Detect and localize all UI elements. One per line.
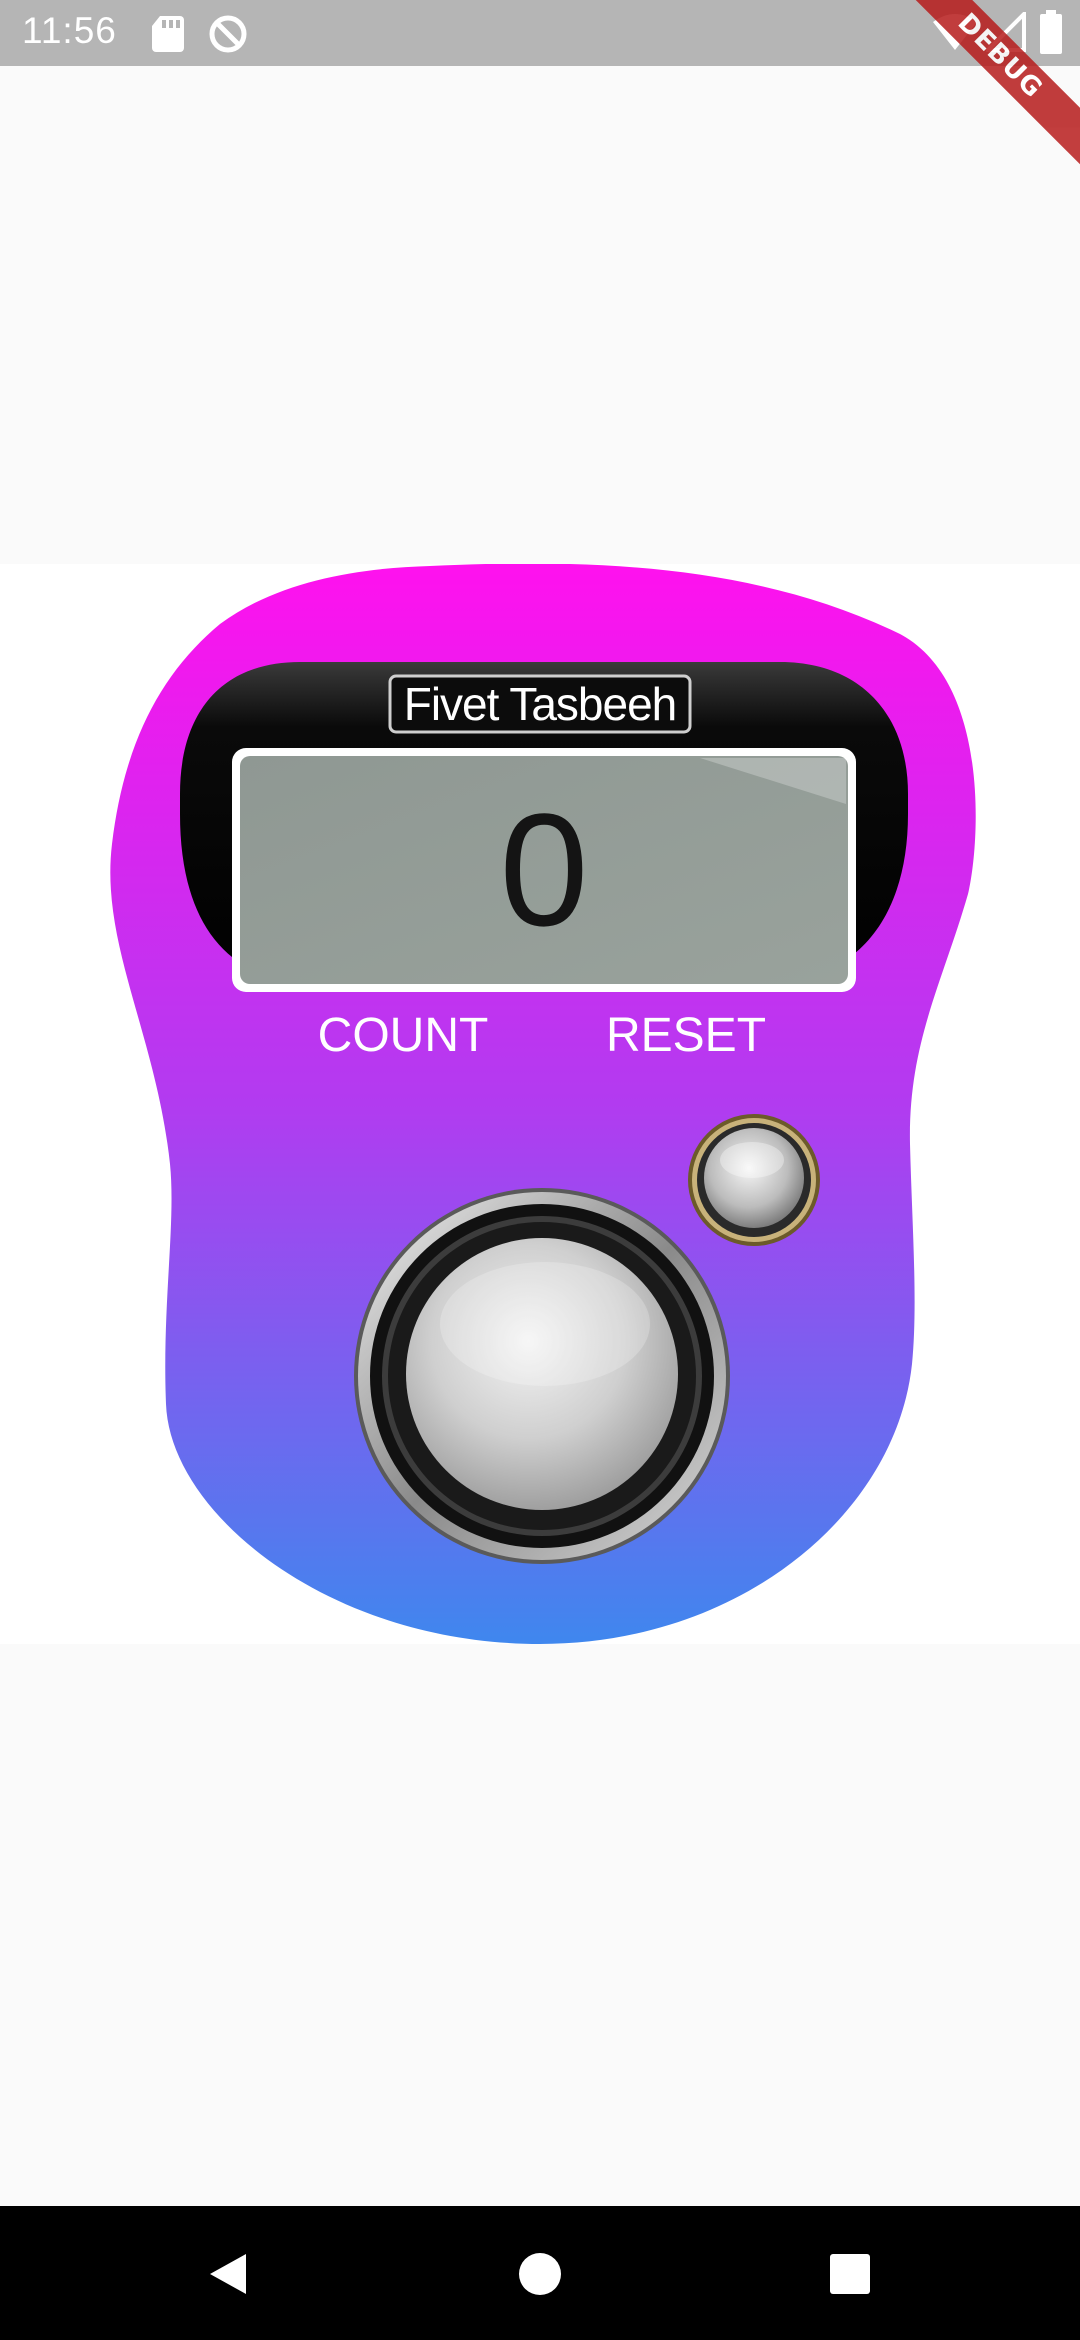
count-display: 0 — [499, 780, 589, 959]
reset-button[interactable] — [688, 1116, 820, 1248]
home-icon[interactable] — [500, 2234, 580, 2314]
recents-icon[interactable] — [810, 2234, 890, 2314]
back-icon[interactable] — [188, 2234, 268, 2314]
sync-blocked-icon — [208, 14, 248, 59]
status-time: 11:56 — [22, 10, 117, 51]
navigation-bar — [0, 2206, 1080, 2340]
sd-card-icon — [150, 14, 186, 57]
battery-icon — [1038, 10, 1064, 59]
count-button[interactable] — [356, 1190, 728, 1562]
device-title: Fivet Tasbeeh — [403, 678, 678, 730]
count-label: COUNT — [317, 1009, 489, 1062]
app-screen: 11:56 DEBUG Fivet Tasbeeh 0 COUNT RESET — [0, 0, 1080, 2340]
status-bar: 11:56 DEBUG — [0, 0, 1080, 177]
reset-label: RESET — [605, 1009, 767, 1062]
